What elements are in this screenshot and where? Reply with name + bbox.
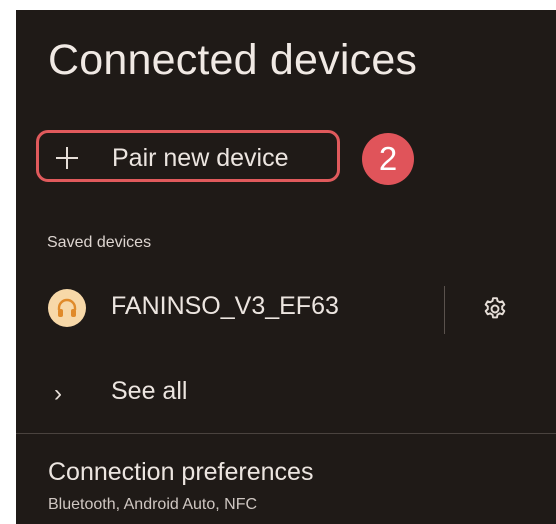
chevron-right-icon: › [54, 380, 62, 407]
pair-new-device-label: Pair new device [112, 144, 289, 172]
connection-preferences-title: Connection preferences [48, 458, 314, 486]
headphones-icon [48, 289, 86, 327]
step-number-badge: 2 [362, 133, 414, 185]
device-name: FANINSO_V3_EF63 [111, 292, 339, 320]
see-all-label: See all [111, 377, 188, 405]
row-divider [444, 286, 445, 334]
connection-preferences-item[interactable]: Connection preferences Bluetooth, Androi… [16, 450, 556, 524]
settings-screen: Connected devices Pair new device 2 Save… [16, 10, 556, 524]
section-divider [16, 433, 556, 434]
plus-icon [56, 147, 78, 169]
see-all-button[interactable]: › See all [16, 370, 556, 414]
page-title: Connected devices [48, 36, 418, 84]
gear-icon[interactable] [482, 296, 508, 322]
pair-new-device-button[interactable]: Pair new device [36, 130, 340, 182]
connection-preferences-subtitle: Bluetooth, Android Auto, NFC [48, 496, 258, 513]
saved-device-item[interactable]: FANINSO_V3_EF63 [16, 286, 556, 336]
saved-devices-header: Saved devices [47, 234, 152, 251]
